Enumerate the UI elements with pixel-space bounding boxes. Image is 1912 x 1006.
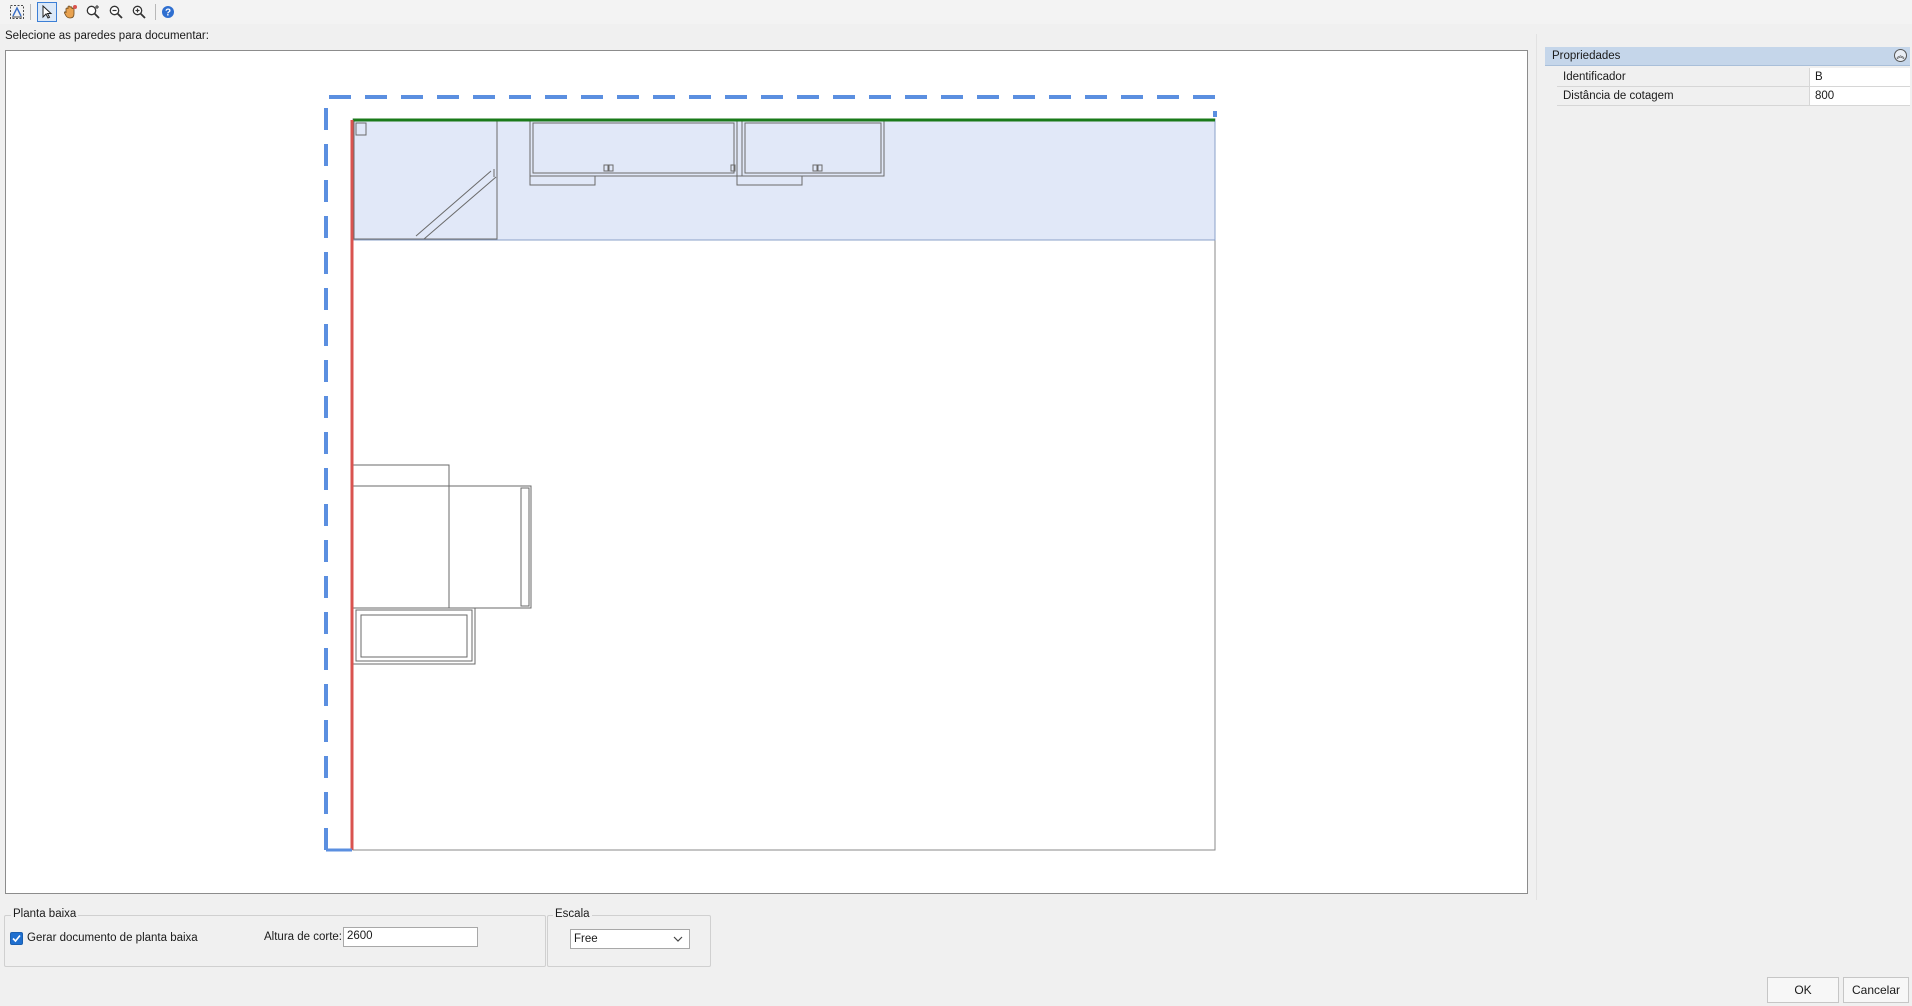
properties-panel: Propriedades ︽ Identificador B Distância…: [1536, 34, 1912, 900]
property-name: Identificador: [1563, 71, 1626, 83]
toolbar-separator: [155, 4, 156, 20]
gerar-documento-label[interactable]: Gerar documento de planta baixa: [27, 932, 198, 944]
pan-tool[interactable]: [60, 2, 80, 22]
pan-hand-icon: [64, 5, 77, 19]
help-icon: ?: [162, 6, 174, 19]
properties-header[interactable]: Propriedades ︽: [1545, 47, 1910, 66]
collapse-icon[interactable]: ︽: [1894, 49, 1907, 62]
help-tool[interactable]: ?: [158, 2, 178, 22]
property-value[interactable]: B: [1809, 68, 1910, 86]
altura-corte-label: Altura de corte:: [264, 931, 342, 943]
zoom-out-tool[interactable]: [106, 2, 126, 22]
altura-corte-input[interactable]: 2600: [343, 927, 478, 947]
ok-button[interactable]: OK: [1767, 977, 1839, 1003]
left-furniture: [352, 464, 532, 665]
pointer-icon: [42, 5, 53, 19]
property-row-distancia-cotagem[interactable]: Distância de cotagem 800: [1557, 87, 1910, 106]
cancel-button[interactable]: Cancelar: [1843, 977, 1909, 1003]
planta-baixa-title: Planta baixa: [11, 908, 79, 920]
escala-selected-value: Free: [574, 933, 598, 945]
toolbar: ?: [0, 0, 1912, 24]
toolbar-separator: [30, 4, 31, 20]
select-walls-icon: [10, 5, 24, 19]
select-walls-tool[interactable]: [7, 2, 27, 22]
property-value[interactable]: 800: [1809, 87, 1910, 105]
chevron-down-icon: [673, 936, 683, 942]
property-name: Distância de cotagem: [1563, 90, 1674, 102]
zoom-in-tool[interactable]: [129, 2, 149, 22]
escala-select[interactable]: Free: [570, 929, 690, 949]
properties-title: Propriedades: [1552, 50, 1621, 62]
zoom-window-icon: [86, 5, 100, 19]
zoom-in-icon: [132, 5, 146, 19]
gerar-documento-checkbox[interactable]: [10, 932, 23, 945]
property-row-identificador[interactable]: Identificador B: [1557, 68, 1910, 87]
zoom-out-icon: [109, 5, 123, 19]
wall-b-highlight: [352, 119, 1216, 241]
checkmark-icon: [12, 934, 21, 943]
floor-plan-canvas[interactable]: [5, 50, 1528, 894]
floor-plan-drawing: [324, 95, 1217, 852]
zoom-window-tool[interactable]: [83, 2, 103, 22]
svg-text:?: ?: [165, 8, 171, 19]
instruction-label: Selecione as paredes para documentar:: [5, 30, 209, 42]
escala-title: Escala: [553, 908, 592, 920]
pointer-tool[interactable]: [37, 2, 57, 22]
